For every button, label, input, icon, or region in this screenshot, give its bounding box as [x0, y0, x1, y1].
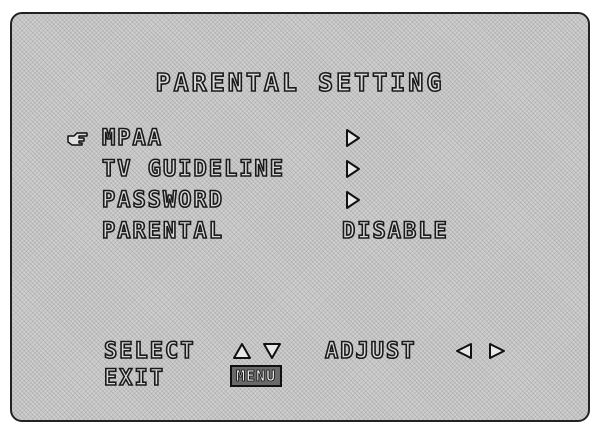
exit-hint-label: EXIT	[103, 365, 165, 392]
parental-value[interactable]: DISABLE	[341, 218, 449, 245]
submenu-arrow-icon[interactable]	[345, 128, 361, 148]
select-hint-label: SELECT	[103, 338, 196, 365]
triangle-right-icon	[489, 343, 505, 359]
triangle-left-icon	[456, 343, 472, 359]
menu-item-tv-guideline[interactable]: TV GUIDELINE	[101, 156, 285, 183]
menu-title: PARENTAL SETTING	[155, 67, 445, 98]
menu-item-parental[interactable]: PARENTAL	[101, 218, 224, 245]
menu-item-mpaa[interactable]: MPAA	[101, 125, 163, 152]
triangle-up-icon	[233, 343, 251, 359]
submenu-arrow-icon[interactable]	[345, 159, 361, 179]
menu-key-button[interactable]: MENU	[230, 365, 283, 387]
submenu-arrow-icon[interactable]	[345, 190, 361, 210]
triangle-down-icon	[263, 343, 281, 359]
adjust-hint-label: ADJUST	[324, 338, 417, 365]
osd-screen: PARENTAL SETTING MPAA TV GUIDELINE PASSW…	[10, 12, 590, 422]
menu-item-password[interactable]: PASSWORD	[101, 187, 224, 214]
pointing-hand-icon	[67, 132, 88, 146]
